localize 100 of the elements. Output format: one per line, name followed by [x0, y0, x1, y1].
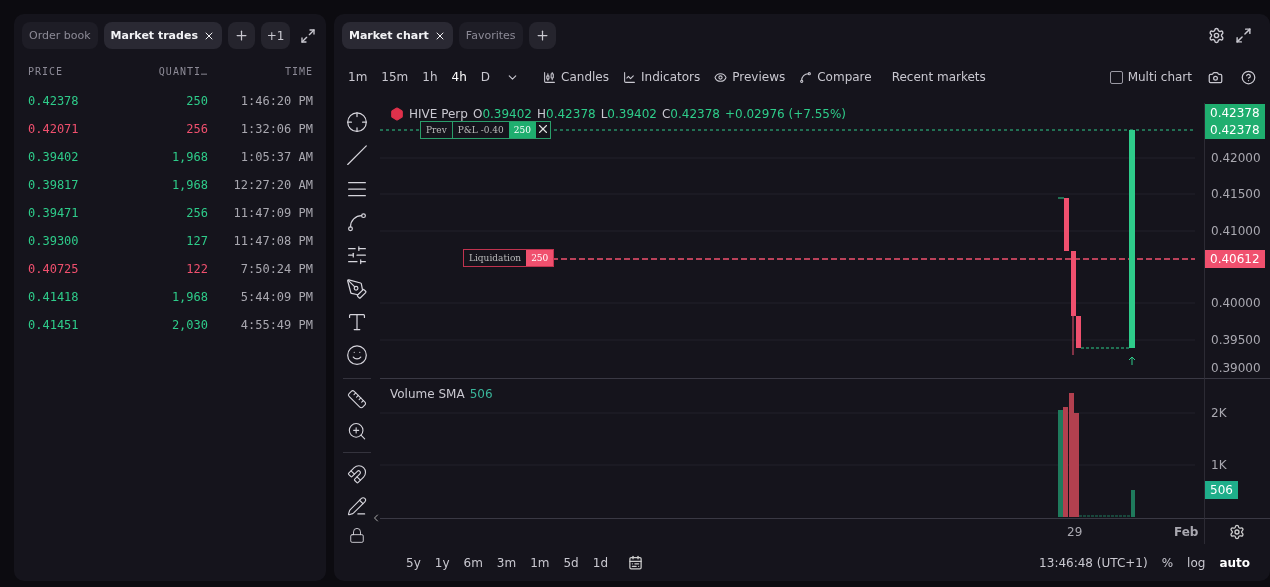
- panel-tab[interactable]: Order book: [22, 22, 98, 49]
- token-logo-icon: [390, 107, 404, 121]
- sliders-icon[interactable]: [345, 244, 369, 267]
- volume-tick: 1K: [1211, 458, 1227, 472]
- line-tool-icon[interactable]: [345, 144, 369, 167]
- candles-icon: [543, 70, 557, 84]
- panel-tab[interactable]: Market chart: [342, 22, 453, 49]
- range-button[interactable]: 5y: [406, 555, 421, 570]
- price-cell-text: 0.40725: [28, 261, 80, 278]
- quantity-cell-text: 127: [185, 233, 208, 250]
- volume-bar: [1131, 490, 1135, 517]
- lock-icon[interactable]: [348, 527, 366, 544]
- interval-button[interactable]: 1m: [348, 70, 368, 84]
- price-badge: 0.42378: [1205, 104, 1265, 122]
- scale-option[interactable]: log: [1187, 555, 1206, 570]
- settings-icon[interactable]: [1229, 523, 1245, 540]
- multi-chart-checkbox[interactable]: Multi chart: [1109, 70, 1192, 84]
- quantity-cell-text: 256: [185, 121, 208, 138]
- interval-button[interactable]: 1h: [422, 70, 438, 84]
- pen-icon[interactable]: [345, 277, 369, 300]
- volume-badge: 506: [1205, 481, 1238, 499]
- range-button[interactable]: 5d: [563, 555, 579, 570]
- quantity-cell-text: 256: [185, 205, 208, 222]
- ohlc-value: C0.42378: [661, 107, 720, 121]
- price-change: +0.02976 (+7.55%): [725, 107, 846, 121]
- quantity-cell-text: 2,030: [170, 317, 208, 334]
- plus-icon: [534, 28, 550, 43]
- interval-button[interactable]: 4h: [451, 70, 467, 84]
- price-cell-text: 0.39402: [28, 149, 80, 166]
- add-tab-button[interactable]: [227, 22, 255, 49]
- panel-tab[interactable]: Favorites: [458, 22, 523, 49]
- compare-icon: [799, 70, 813, 84]
- expand-icon[interactable]: [1233, 25, 1254, 46]
- time-cell-text: 12:27:20 AM: [232, 177, 313, 194]
- add-tab-button[interactable]: [528, 22, 556, 49]
- volume-tick: 2K: [1211, 406, 1227, 420]
- column-header: PRICE: [28, 65, 65, 79]
- candle-wick: [1057, 197, 1065, 199]
- curve-tool-icon[interactable]: [345, 210, 369, 234]
- range-button[interactable]: 6m: [463, 555, 483, 570]
- pencil-icon[interactable]: [346, 495, 368, 517]
- toolbar-button[interactable]: Compare: [799, 70, 872, 84]
- price-tick: 0.41500: [1211, 187, 1261, 201]
- symbol-name: HIVE Perp: [409, 107, 468, 121]
- time-cell-text: 11:47:09 PM: [232, 205, 313, 222]
- toolbar-button[interactable]: Indicators: [623, 70, 701, 84]
- toolbar-button[interactable]: Previews: [714, 70, 786, 84]
- ruler-icon[interactable]: [346, 389, 368, 410]
- ohlc-value: H0.42378: [537, 107, 596, 121]
- toolbar-button[interactable]: Recent markets: [891, 70, 986, 84]
- indicator-value: 506: [469, 387, 493, 401]
- interval-button[interactable]: D: [480, 70, 491, 84]
- calendar-icon[interactable]: [628, 555, 643, 570]
- ohlc-value: O0.39402: [472, 107, 532, 121]
- magnet-icon[interactable]: [346, 464, 368, 485]
- column-header: QUANTI…: [157, 65, 208, 79]
- price-tick: 0.39500: [1211, 333, 1261, 347]
- price-tick: 0.42000: [1211, 151, 1261, 165]
- price-tick: 0.41000: [1211, 224, 1261, 238]
- column-header: TIME: [283, 65, 313, 79]
- range-button[interactable]: 1m: [530, 555, 550, 570]
- range-button[interactable]: 1y: [434, 555, 450, 570]
- toolbar-button[interactable]: Candles: [543, 70, 609, 84]
- interval-button[interactable]: 15m: [381, 70, 409, 84]
- price-tick: 0.40000: [1211, 296, 1261, 310]
- quantity-cell-text: 250: [185, 93, 208, 110]
- price-cell-text: 0.39471: [28, 205, 80, 222]
- time-cell-text: 1:05:37 AM: [239, 149, 313, 166]
- quantity-cell-text: 1,968: [170, 177, 208, 194]
- time-cell-text: 1:32:06 PM: [239, 121, 313, 138]
- range-button[interactable]: 1d: [592, 555, 608, 570]
- quantity-cell-text: 1,968: [170, 289, 208, 306]
- price-cell-text: 0.41418: [28, 289, 80, 306]
- panel-tab[interactable]: Market trades: [103, 22, 222, 49]
- price-tick: 0.39000: [1211, 361, 1261, 375]
- line-chart-icon: [623, 70, 636, 84]
- clock-time: 13:46:48 (UTC+1): [1039, 555, 1148, 570]
- indicator-name: Volume SMA: [390, 387, 465, 401]
- price-badge: 0.42378: [1205, 121, 1265, 139]
- more-tabs-button[interactable]: +1: [260, 22, 290, 49]
- liquidation-label: Liquidation 250: [463, 249, 555, 267]
- range-button[interactable]: 3m: [496, 555, 517, 570]
- quantity-cell-text: 1,968: [170, 149, 208, 166]
- time-cell-text: 11:47:08 PM: [232, 233, 313, 250]
- quantity-cell-text: 122: [185, 261, 208, 278]
- zoom-in-icon[interactable]: [346, 420, 368, 442]
- smiley-icon[interactable]: [345, 344, 369, 367]
- price-cell-text: 0.42378: [28, 93, 80, 110]
- price-cell-text: 0.39300: [28, 233, 80, 250]
- crosshair-icon[interactable]: [345, 111, 369, 134]
- eye-icon: [714, 70, 728, 84]
- time-cell-text: 7:50:24 PM: [239, 261, 313, 278]
- candle: [1064, 198, 1069, 251]
- scale-option[interactable]: auto: [1219, 555, 1250, 570]
- position-label[interactable]: Prev P&L -0.40 250: [420, 121, 551, 139]
- ohlc-value: L0.39402: [600, 107, 657, 121]
- leader-line: [1080, 347, 1131, 349]
- time-tick: Feb: [1174, 525, 1199, 539]
- price-cell-text: 0.39817: [28, 177, 80, 194]
- scale-option[interactable]: %: [1161, 555, 1174, 570]
